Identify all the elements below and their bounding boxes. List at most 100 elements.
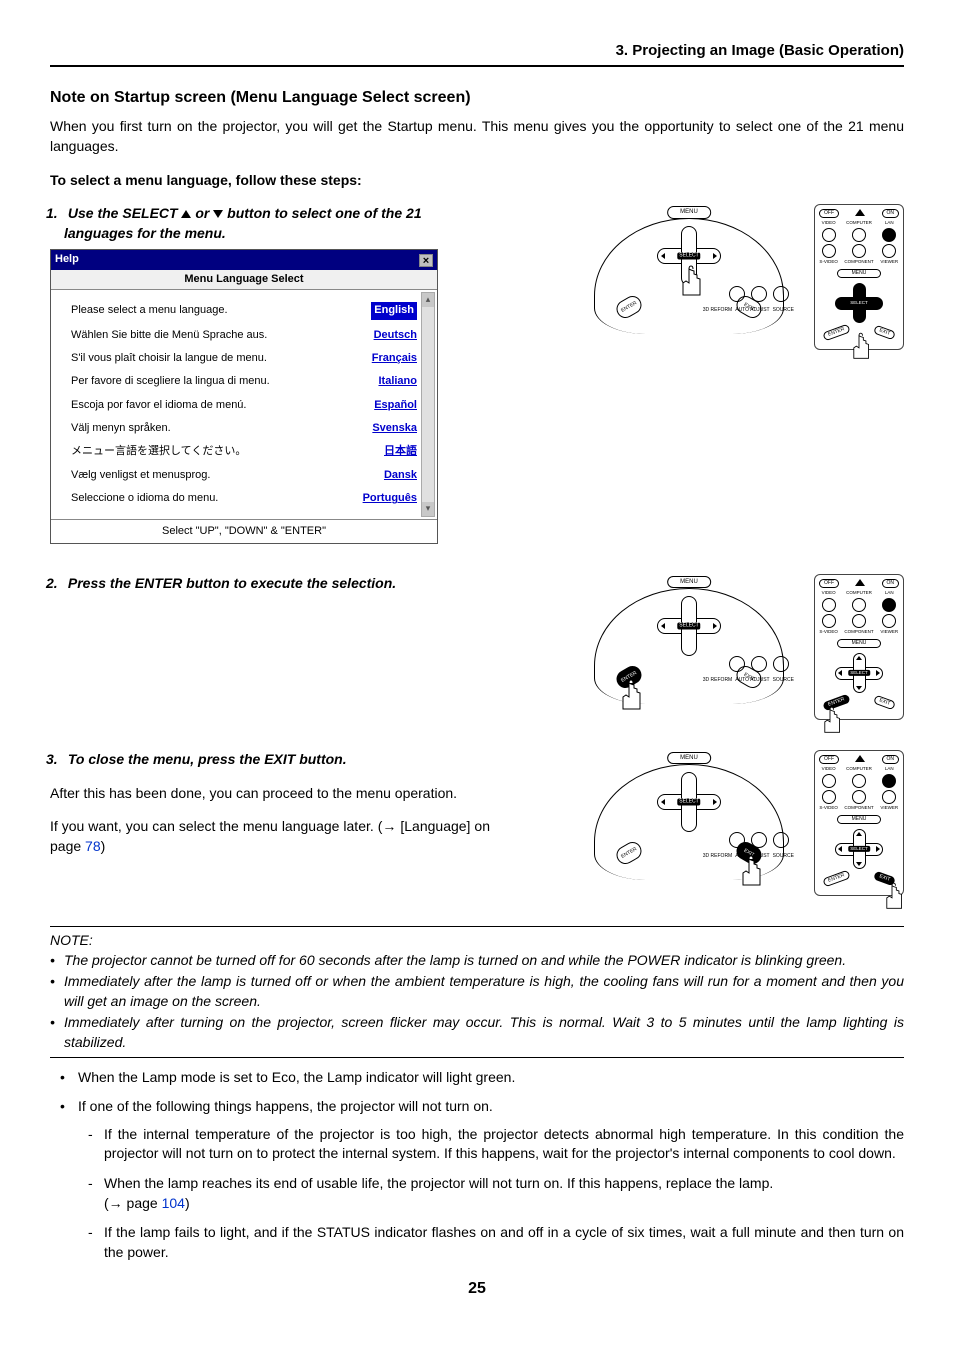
remote-diagram-enter: OFFON VIDEOCOMPUTERLAN S-VIDEOCOMPONENTV…	[814, 574, 904, 720]
dash-item: If the lamp fails to light, and if the S…	[104, 1223, 904, 1262]
note-item: Immediately after the lamp is turned off…	[64, 972, 904, 1011]
list-item[interactable]: Vælg venligst et menusprog. Dansk	[71, 464, 417, 487]
step1-text-a: Use the SELECT	[68, 205, 182, 221]
step3-num: 3.	[46, 750, 64, 770]
panel-menu-button: MENU	[667, 576, 711, 588]
remote-exit-button: EXIT	[873, 325, 896, 341]
right-arrow-icon	[876, 300, 880, 306]
remote-menu-button: MENU	[837, 269, 882, 278]
subheading: Note on Startup screen (Menu Language Se…	[50, 87, 904, 109]
divider	[50, 926, 904, 927]
dialog-footer: Select "UP", "DOWN" & "ENTER"	[51, 519, 437, 543]
page-link-104[interactable]: 104	[162, 1195, 185, 1211]
hand-pointer-icon	[674, 264, 704, 300]
lang-prompt: S'il vous plaît choisir la langue de men…	[71, 351, 267, 366]
scrollbar[interactable]: ▴ ▾	[421, 292, 435, 517]
close-icon[interactable]: ×	[419, 254, 433, 267]
remote-select-dpad: SELECT	[835, 283, 883, 323]
lang-name: Français	[372, 351, 417, 366]
list-item[interactable]: メニュー言語を選択してください。 日本語	[71, 440, 417, 463]
hand-pointer-icon	[734, 854, 764, 890]
dialog-titlebar: Help ×	[51, 250, 437, 269]
dash-list: If the internal temperature of the proje…	[78, 1125, 904, 1263]
remote-off-button: OFF	[819, 209, 839, 218]
list-item[interactable]: S'il vous plaît choisir la langue de men…	[71, 347, 417, 370]
step3: 3. To close the menu, press the EXIT but…	[50, 750, 490, 770]
lang-prompt: Vælg venligst et menusprog.	[71, 468, 210, 483]
panel-aux-buttons	[729, 286, 789, 302]
panel-select-label: SELECT	[677, 623, 700, 630]
list-item[interactable]: Escoja por favor el idioma de menú. Espa…	[71, 394, 417, 417]
remote-button-grid: VIDEOCOMPUTERLAN S-VIDEOCOMPONENTVIEWER	[819, 221, 899, 264]
bullet-item: If one of the following things happens, …	[78, 1097, 904, 1262]
remote-diagram-select: OFF ON VIDEOCOMPUTERLAN S-VIDEOCOMPONENT…	[814, 204, 904, 350]
remote-on-button: ON	[882, 209, 900, 218]
after-step-text2: If you want, you can select the menu lan…	[50, 817, 490, 856]
list-item[interactable]: Per favore di scegliere la lingua di men…	[71, 370, 417, 393]
lang-prompt: Wählen Sie bitte die Menü Sprache aus.	[71, 328, 267, 343]
panel-aux-labels: 3D REFORMAUTO ADJUSTSOURCE	[703, 307, 794, 314]
left-arrow-icon	[838, 300, 842, 306]
lang-prompt: Välj menyn språken.	[71, 421, 171, 436]
page-number: 25	[50, 1278, 904, 1300]
list-item[interactable]: Välj menyn språken. Svenska	[71, 417, 417, 440]
panel-select-label: SELECT	[677, 253, 700, 260]
down-triangle-icon	[213, 210, 223, 218]
after-step-text1: After this has been done, you can procee…	[50, 784, 490, 804]
bullet-item: When the Lamp mode is set to Eco, the La…	[78, 1068, 904, 1088]
lang-prompt: Per favore di scegliere la lingua di men…	[71, 374, 270, 389]
note-title: NOTE:	[50, 932, 93, 948]
intro-paragraph: When you first turn on the projector, yo…	[50, 117, 904, 156]
note-block: NOTE: The projector cannot be turned off…	[50, 931, 904, 1053]
hand-pointer-icon	[614, 678, 644, 714]
step3-text: To close the menu, press the EXIT button…	[68, 751, 347, 767]
lang-name: Español	[374, 398, 417, 413]
remote-diagram-exit: OFFON VIDEOCOMPUTERLAN S-VIDEOCOMPONENTV…	[814, 750, 904, 896]
control-panel-diagram-select: MENU SELECT ENTER EXIT 3D REFORMAUTO ADJ…	[594, 204, 784, 324]
dash-item: When the lamp reaches its end of usable …	[104, 1174, 904, 1213]
left-arrow-icon	[661, 253, 665, 259]
dash-item: If the internal temperature of the proje…	[104, 1125, 904, 1164]
lang-name: English	[371, 302, 417, 319]
lang-name: Svenska	[372, 421, 417, 436]
lang-name: Italiano	[378, 374, 417, 389]
hand-pointer-icon	[879, 881, 905, 913]
scroll-up-icon[interactable]: ▴	[422, 293, 434, 307]
step2-text: Press the ENTER button to execute the se…	[68, 575, 396, 591]
dialog-title: Help	[55, 252, 79, 267]
up-arrow-icon	[856, 286, 862, 290]
dialog-subtitle: Menu Language Select	[51, 270, 437, 290]
panel-menu-button: MENU	[667, 206, 711, 218]
step2-num: 2.	[46, 574, 64, 594]
bullet-list: When the Lamp mode is set to Eco, the La…	[50, 1068, 904, 1263]
step1-text-b: or	[191, 205, 213, 221]
step2: 2. Press the ENTER button to execute the…	[50, 574, 490, 594]
step1-num: 1.	[46, 204, 64, 224]
remote-exit-button: EXIT	[873, 695, 896, 711]
panel-select-cross: SELECT	[657, 602, 721, 650]
lang-name: Português	[363, 491, 417, 506]
scroll-down-icon[interactable]: ▾	[422, 502, 434, 516]
list-item[interactable]: Wählen Sie bitte die Menü Sprache aus. D…	[71, 324, 417, 347]
down-arrow-icon	[856, 316, 862, 320]
list-item[interactable]: Please select a menu language. English	[71, 298, 417, 323]
steps-intro: To select a menu language, follow these …	[50, 171, 904, 191]
section-header: 3. Projecting an Image (Basic Operation)	[50, 40, 904, 67]
remote-led-icon	[855, 209, 865, 216]
step2-row: 2. Press the ENTER button to execute the…	[50, 574, 904, 720]
lang-prompt: メニュー言語を選択してください。	[71, 444, 246, 459]
hand-pointer-icon	[817, 705, 843, 737]
lang-prompt: Seleccione o idioma do menu.	[71, 491, 218, 506]
up-triangle-icon	[181, 210, 191, 218]
divider	[50, 1057, 904, 1058]
list-item[interactable]: Seleccione o idioma do menu. Português	[71, 487, 417, 510]
page-link-78[interactable]: 78	[85, 838, 101, 854]
lang-prompt: Escoja por favor el idioma de menú.	[71, 398, 246, 413]
note-item: The projector cannot be turned off for 6…	[64, 951, 904, 971]
lang-prompt: Please select a menu language.	[71, 303, 228, 318]
step1: 1. Use the SELECT or button to select on…	[50, 204, 490, 243]
lang-name: Dansk	[384, 468, 417, 483]
hand-pointer-icon	[846, 331, 872, 363]
menu-language-dialog: Help × Menu Language Select Please selec…	[50, 249, 438, 544]
note-item: Immediately after turning on the project…	[64, 1013, 904, 1052]
